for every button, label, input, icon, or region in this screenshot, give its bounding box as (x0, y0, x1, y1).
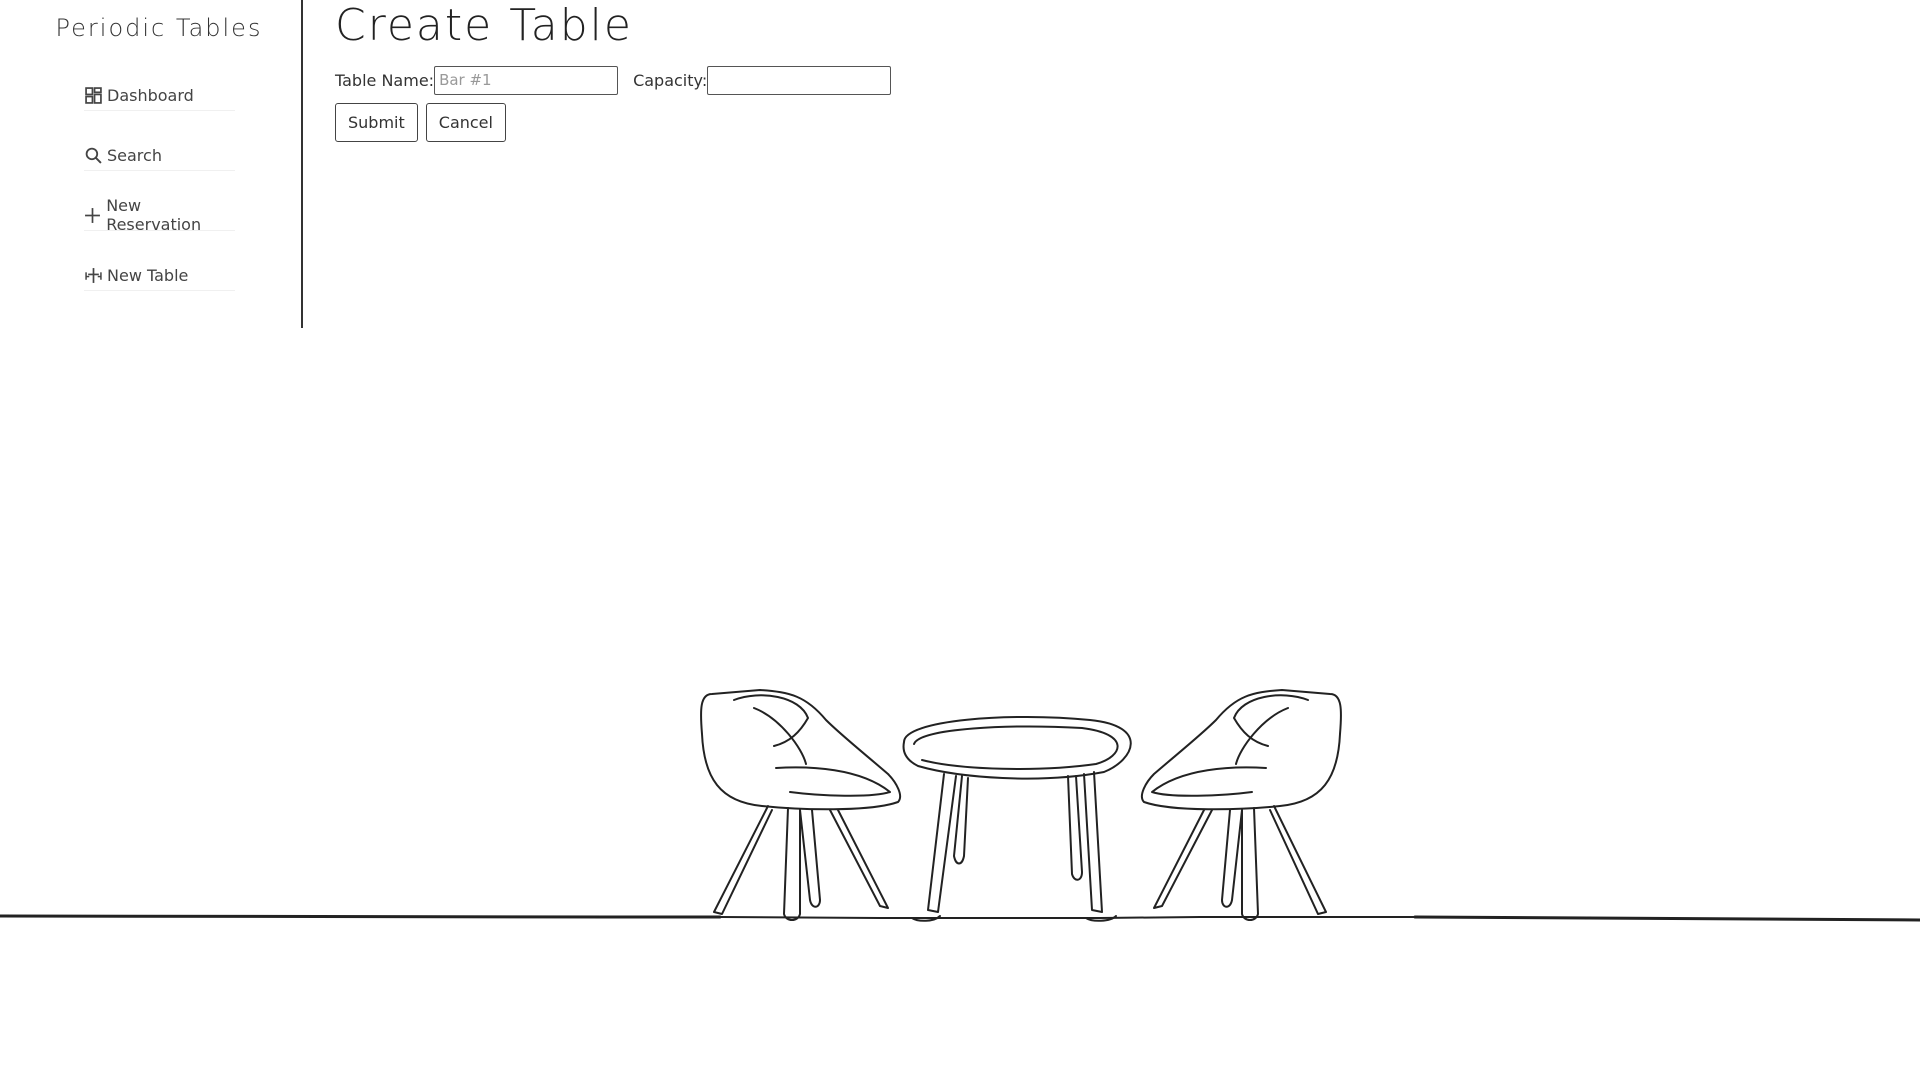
sidebar-item-label: New Reservation (106, 196, 202, 234)
table-name-label: Table Name: (335, 70, 435, 90)
capacity-label: Capacity: (633, 70, 708, 90)
create-table-form: Table Name: Capacity: (335, 64, 892, 96)
sidebar-item-new-reservation[interactable]: New Reservation (84, 196, 235, 234)
cancel-button[interactable]: Cancel (425, 103, 506, 142)
sidebar-item-search[interactable]: Search (84, 140, 235, 171)
sidebar-item-new-table[interactable]: New Table (84, 260, 235, 291)
search-icon (84, 146, 102, 164)
sidebar-item-label: Dashboard (107, 85, 194, 105)
plus-icon (84, 206, 101, 224)
table-and-chairs-illustration (0, 689, 1920, 922)
form-actions: Submit Cancel (335, 103, 506, 142)
brand-title: Periodic Tables (55, 14, 263, 42)
sidebar-item-dashboard[interactable]: Dashboard (84, 80, 235, 111)
sidebar-item-label: Search (107, 145, 162, 165)
submit-button[interactable]: Submit (335, 103, 418, 142)
sidebar-item-label: New Table (107, 265, 189, 285)
sidebar: Periodic Tables Dashboard Search New Res… (0, 0, 303, 328)
table-icon (84, 266, 102, 284)
table-name-input[interactable] (434, 65, 619, 95)
page-title: Create Table (335, 0, 633, 51)
capacity-input[interactable] (707, 65, 892, 95)
dashboard-icon (84, 86, 102, 104)
